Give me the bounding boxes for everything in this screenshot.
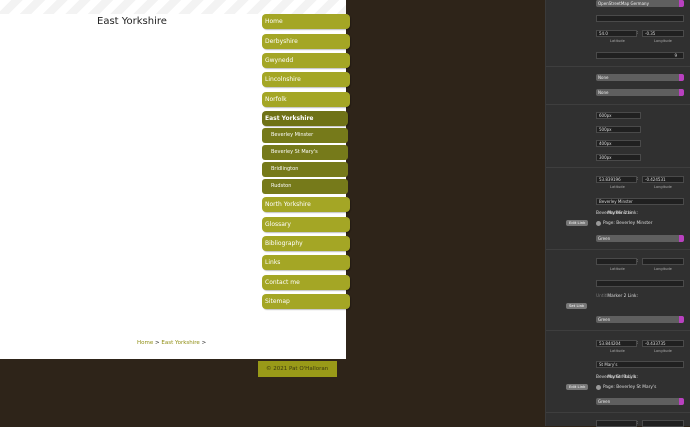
marker-3-text-field[interactable]: St Mary's [596,361,684,368]
tile-server-2-select[interactable]: None [596,74,684,81]
tile-server-2-value: None [598,75,609,80]
subnav-item-bridlington[interactable]: Bridlington [262,162,348,177]
longitude-caption: Longitude [654,267,672,271]
divider [546,104,690,105]
height-phone-field[interactable]: 300px [596,154,641,161]
divider [546,249,690,250]
page-icon [596,385,601,390]
subnav-item-beverley-minster[interactable]: Beverley Minster [262,128,348,143]
marker-1-edit-link-button[interactable]: Edit Link [566,220,589,226]
gps-longitude-caption: Longitude [654,39,672,43]
chevron-down-icon [679,89,684,96]
marker-3-latitude-field[interactable]: 53.844204 [596,340,637,347]
nav-item-bibliography[interactable]: Bibliography [262,236,350,251]
latitude-caption: Latitude [610,267,625,271]
gps-latitude-field[interactable]: 54.0 [596,30,637,37]
marker-1-text-field[interactable]: Beverley Minster [596,198,684,205]
breadcrumb: Home > East Yorkshire > [137,340,206,346]
subnav-item-beverley-st-marys[interactable]: Beverley St Mary's [262,145,348,160]
nav-item-sitemap[interactable]: Sitemap [262,294,350,309]
nav-item-gwynedd[interactable]: Gwynedd [262,53,350,68]
divider [546,412,690,413]
marker-1-color-value: Green [598,236,611,241]
marker-1-page-link: Page: Beverley Minster [603,221,653,226]
latitude-caption: Latitude [610,185,625,189]
breadcrumb-home-link[interactable]: Home [137,340,153,346]
nav-item-derbyshire[interactable]: Derbyshire [262,34,350,49]
gps-latitude-caption: Latitude [610,39,625,43]
marker-2-text-field[interactable] [596,280,684,287]
marker-3-longitude-field[interactable]: -0.433735 [642,340,684,347]
nav-item-lincolnshire[interactable]: Lincolnshire [262,72,350,87]
subnav-item-rudston[interactable]: Rudston [262,179,348,194]
longitude-caption: Longitude [654,349,672,353]
divider [546,167,690,168]
nav-item-links[interactable]: Links [262,255,350,270]
marker-3-color-select[interactable]: Green [596,398,684,405]
tile-server-1-select[interactable]: OpenStreetMap Germany [596,0,684,7]
page-title: East Yorkshire [97,16,167,27]
nav-item-east-yorkshire[interactable]: East Yorkshire [262,111,348,126]
chevron-down-icon [679,398,684,405]
header-stripes [0,0,346,14]
zoom-stepper[interactable]: 9 [596,52,684,59]
nav-item-norfolk[interactable]: Norfolk [262,92,350,107]
breadcrumb-current-link[interactable]: East Yorkshire [161,340,199,346]
divider [546,330,690,331]
chevron-down-icon [679,74,684,81]
nav-item-north-yorkshire[interactable]: North Yorkshire [262,197,350,212]
marker-3-page-link: Page: Beverley St Mary's [603,385,657,390]
tile-server-3-select[interactable]: None [596,89,684,96]
height-desktop-field[interactable]: 500px [596,126,641,133]
nav-item-contact-me[interactable]: Contact me [262,275,350,290]
nav-item-glossary[interactable]: Glossary [262,217,350,232]
marker-3-edit-link-button[interactable]: Edit Link [566,384,589,390]
gps-longitude-field[interactable]: -0.35 [642,30,684,37]
tile-server-1-value: OpenStreetMap Germany [598,1,649,6]
height-lg-desk-field[interactable]: 600px [596,112,641,119]
marker-1-latitude-field[interactable]: 53.839196 [596,176,637,183]
marker-2-color-value: Green [598,317,611,322]
chevron-down-icon [679,235,684,242]
marker-1-link-value: Beverley Minster [596,211,633,216]
marker-1-longitude-field[interactable]: -0.424531 [642,176,684,183]
footer-copyright: © 2021 Pat O'Halloran [258,361,337,377]
nav-item-home[interactable]: Home [262,14,350,29]
marker-2-set-link-button[interactable]: Set Link [566,303,588,309]
marker-2-longitude-field[interactable] [642,258,684,265]
chevron-down-icon [679,0,684,7]
marker-2-color-select[interactable]: Green [596,316,684,323]
marker-1-color-select[interactable]: Green [596,235,684,242]
tile-server-3-value: None [598,90,609,95]
breadcrumb-separator: > [201,340,207,346]
chevron-down-icon [679,316,684,323]
divider [546,66,690,67]
marker-2-link-value: Untitled [596,294,613,299]
height-tablet-field[interactable]: 400px [596,140,641,147]
longitude-caption: Longitude [654,185,672,189]
breadcrumb-separator: > [155,340,160,346]
latitude-caption: Latitude [610,349,625,353]
map-settings-panel: 1. Tile Server: OpenStreetMap Germany Op… [545,0,690,427]
page-icon [596,221,601,226]
marker-3-color-value: Green [598,399,611,404]
api-key-field[interactable] [596,15,684,22]
marker-2-latitude-field[interactable] [596,258,637,265]
marker-3-link-value: Beverley St Mary's [596,375,637,380]
